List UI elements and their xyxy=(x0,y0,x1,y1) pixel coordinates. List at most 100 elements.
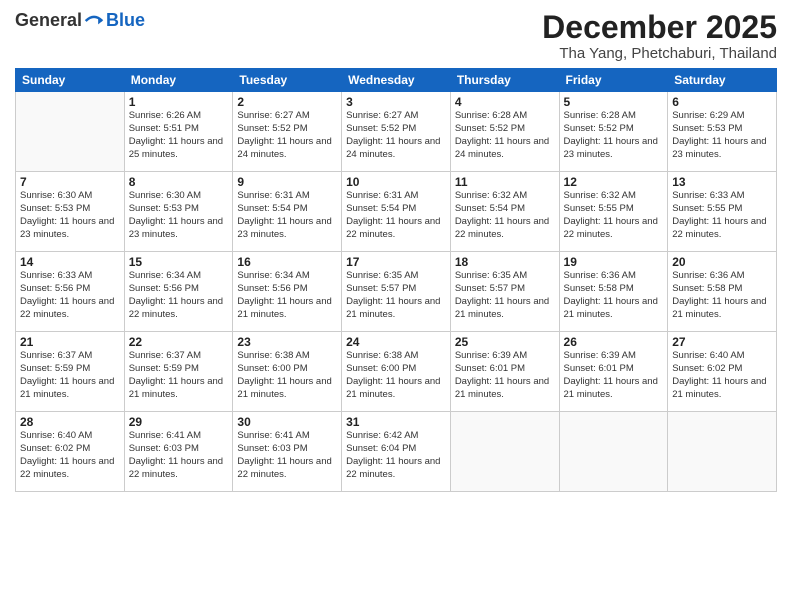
day-number: 21 xyxy=(20,335,120,349)
day-info: Sunrise: 6:41 AMSunset: 6:03 PMDaylight:… xyxy=(129,430,229,481)
table-row: 2Sunrise: 6:27 AMSunset: 5:52 PMDaylight… xyxy=(233,92,342,172)
logo-blue-text: Blue xyxy=(106,10,145,31)
col-wednesday: Wednesday xyxy=(342,69,451,92)
table-row: 29Sunrise: 6:41 AMSunset: 6:03 PMDayligh… xyxy=(124,412,233,492)
table-row: 16Sunrise: 6:34 AMSunset: 5:56 PMDayligh… xyxy=(233,252,342,332)
col-saturday: Saturday xyxy=(668,69,777,92)
table-row: 1Sunrise: 6:26 AMSunset: 5:51 PMDaylight… xyxy=(124,92,233,172)
day-info: Sunrise: 6:32 AMSunset: 5:54 PMDaylight:… xyxy=(455,190,555,241)
day-info: Sunrise: 6:30 AMSunset: 5:53 PMDaylight:… xyxy=(129,190,229,241)
day-number: 11 xyxy=(455,175,555,189)
table-row: 30Sunrise: 6:41 AMSunset: 6:03 PMDayligh… xyxy=(233,412,342,492)
day-info: Sunrise: 6:40 AMSunset: 6:02 PMDaylight:… xyxy=(672,350,772,401)
day-number: 1 xyxy=(129,95,229,109)
table-row: 5Sunrise: 6:28 AMSunset: 5:52 PMDaylight… xyxy=(559,92,668,172)
logo: General Blue xyxy=(15,10,145,31)
table-row: 13Sunrise: 6:33 AMSunset: 5:55 PMDayligh… xyxy=(668,172,777,252)
day-number: 10 xyxy=(346,175,446,189)
day-number: 27 xyxy=(672,335,772,349)
table-row: 3Sunrise: 6:27 AMSunset: 5:52 PMDaylight… xyxy=(342,92,451,172)
table-row xyxy=(668,412,777,492)
page: General Blue December 2025 Tha Yang, Phe… xyxy=(0,0,792,612)
table-row: 17Sunrise: 6:35 AMSunset: 5:57 PMDayligh… xyxy=(342,252,451,332)
calendar-table: Sunday Monday Tuesday Wednesday Thursday… xyxy=(15,68,777,492)
day-info: Sunrise: 6:35 AMSunset: 5:57 PMDaylight:… xyxy=(455,270,555,321)
table-row: 9Sunrise: 6:31 AMSunset: 5:54 PMDaylight… xyxy=(233,172,342,252)
day-info: Sunrise: 6:31 AMSunset: 5:54 PMDaylight:… xyxy=(237,190,337,241)
day-number: 4 xyxy=(455,95,555,109)
day-number: 20 xyxy=(672,255,772,269)
logo-general-text: General xyxy=(15,10,82,31)
calendar-week-row: 21 Sunrise: 6:37 AMSunset: 5:59 PMDayligh… xyxy=(16,332,777,412)
day-info: Sunrise: 6:38 AMSunset: 6:00 PMDaylight:… xyxy=(346,350,446,401)
day-number: 23 xyxy=(237,335,337,349)
day-info: Sunrise: 6:34 AMSunset: 5:56 PMDaylight:… xyxy=(237,270,337,321)
day-info: Sunrise: 6:36 AMSunset: 5:58 PMDaylight:… xyxy=(564,270,664,321)
table-row: 19Sunrise: 6:36 AMSunset: 5:58 PMDayligh… xyxy=(559,252,668,332)
table-row: 20Sunrise: 6:36 AMSunset: 5:58 PMDayligh… xyxy=(668,252,777,332)
table-row: 24Sunrise: 6:38 AMSunset: 6:00 PMDayligh… xyxy=(342,332,451,412)
table-row: 6Sunrise: 6:29 AMSunset: 5:53 PMDaylight… xyxy=(668,92,777,172)
table-row: 23Sunrise: 6:38 AMSunset: 6:00 PMDayligh… xyxy=(233,332,342,412)
day-number: 29 xyxy=(129,415,229,429)
day-info: Sunrise: 6:36 AMSunset: 5:58 PMDaylight:… xyxy=(672,270,772,321)
calendar-week-row: 14Sunrise: 6:33 AMSunset: 5:56 PMDayligh… xyxy=(16,252,777,332)
day-number: 22 xyxy=(129,335,229,349)
col-monday: Monday xyxy=(124,69,233,92)
day-info: Sunrise: 6:38 AMSunset: 6:00 PMDaylight:… xyxy=(237,350,337,401)
table-row xyxy=(450,412,559,492)
table-row: 22Sunrise: 6:37 AMSunset: 5:59 PMDayligh… xyxy=(124,332,233,412)
day-info: Sunrise: 6:39 AMSunset: 6:01 PMDaylight:… xyxy=(564,350,664,401)
col-sunday: Sunday xyxy=(16,69,125,92)
table-row: 14Sunrise: 6:33 AMSunset: 5:56 PMDayligh… xyxy=(16,252,125,332)
day-info: Sunrise: 6:30 AMSunset: 5:53 PMDaylight:… xyxy=(20,190,120,241)
day-number: 13 xyxy=(672,175,772,189)
day-number: 18 xyxy=(455,255,555,269)
table-row: 15Sunrise: 6:34 AMSunset: 5:56 PMDayligh… xyxy=(124,252,233,332)
calendar-week-row: 28Sunrise: 6:40 AMSunset: 6:02 PMDayligh… xyxy=(16,412,777,492)
day-number: 17 xyxy=(346,255,446,269)
col-tuesday: Tuesday xyxy=(233,69,342,92)
day-info: Sunrise: 6:27 AMSunset: 5:52 PMDaylight:… xyxy=(237,110,337,161)
day-info: Sunrise: 6:29 AMSunset: 5:53 PMDaylight:… xyxy=(672,110,772,161)
day-info: Sunrise: 6:41 AMSunset: 6:03 PMDaylight:… xyxy=(237,430,337,481)
day-number: 31 xyxy=(346,415,446,429)
col-thursday: Thursday xyxy=(450,69,559,92)
calendar-week-row: 1Sunrise: 6:26 AMSunset: 5:51 PMDaylight… xyxy=(16,92,777,172)
table-row: 10Sunrise: 6:31 AMSunset: 5:54 PMDayligh… xyxy=(342,172,451,252)
table-row: 25Sunrise: 6:39 AMSunset: 6:01 PMDayligh… xyxy=(450,332,559,412)
day-number: 5 xyxy=(564,95,664,109)
day-info: Sunrise: 6:42 AMSunset: 6:04 PMDaylight:… xyxy=(346,430,446,481)
table-row: 7Sunrise: 6:30 AMSunset: 5:53 PMDaylight… xyxy=(16,172,125,252)
table-row: 4Sunrise: 6:28 AMSunset: 5:52 PMDaylight… xyxy=(450,92,559,172)
day-number: 25 xyxy=(455,335,555,349)
day-number: 30 xyxy=(237,415,337,429)
location: Tha Yang, Phetchaburi, Thailand xyxy=(542,45,777,62)
table-row: 8Sunrise: 6:30 AMSunset: 5:53 PMDaylight… xyxy=(124,172,233,252)
day-number: 28 xyxy=(20,415,120,429)
day-info: Sunrise: 6:33 AMSunset: 5:55 PMDaylight:… xyxy=(672,190,772,241)
day-info: Sunrise: 6:39 AMSunset: 6:01 PMDaylight:… xyxy=(455,350,555,401)
day-info: Sunrise: 6:34 AMSunset: 5:56 PMDaylight:… xyxy=(129,270,229,321)
table-row: 21Sunrise: 6:37 AMSunset: 5:59 PMDayligh… xyxy=(16,332,125,412)
day-info: Sunrise: 6:33 AMSunset: 5:56 PMDaylight:… xyxy=(20,270,120,321)
table-row: 12Sunrise: 6:32 AMSunset: 5:55 PMDayligh… xyxy=(559,172,668,252)
day-number: 2 xyxy=(237,95,337,109)
day-info: Sunrise: 6:37 AMSunset: 5:59 PMDaylight:… xyxy=(129,350,229,401)
calendar-header-row: Sunday Monday Tuesday Wednesday Thursday… xyxy=(16,69,777,92)
logo-icon xyxy=(84,11,104,31)
day-info: Sunrise: 6:28 AMSunset: 5:52 PMDaylight:… xyxy=(455,110,555,161)
table-row: 26Sunrise: 6:39 AMSunset: 6:01 PMDayligh… xyxy=(559,332,668,412)
calendar-week-row: 7Sunrise: 6:30 AMSunset: 5:53 PMDaylight… xyxy=(16,172,777,252)
day-info: Sunrise: 6:35 AMSunset: 5:57 PMDaylight:… xyxy=(346,270,446,321)
day-number: 15 xyxy=(129,255,229,269)
day-number: 24 xyxy=(346,335,446,349)
day-info: Sunrise: 6:40 AMSunset: 6:02 PMDaylight:… xyxy=(20,430,120,481)
day-number: 12 xyxy=(564,175,664,189)
day-number: 3 xyxy=(346,95,446,109)
table-row: 28Sunrise: 6:40 AMSunset: 6:02 PMDayligh… xyxy=(16,412,125,492)
day-number: 8 xyxy=(129,175,229,189)
col-friday: Friday xyxy=(559,69,668,92)
day-info: Sunrise: 6:28 AMSunset: 5:52 PMDaylight:… xyxy=(564,110,664,161)
day-number: 14 xyxy=(20,255,120,269)
